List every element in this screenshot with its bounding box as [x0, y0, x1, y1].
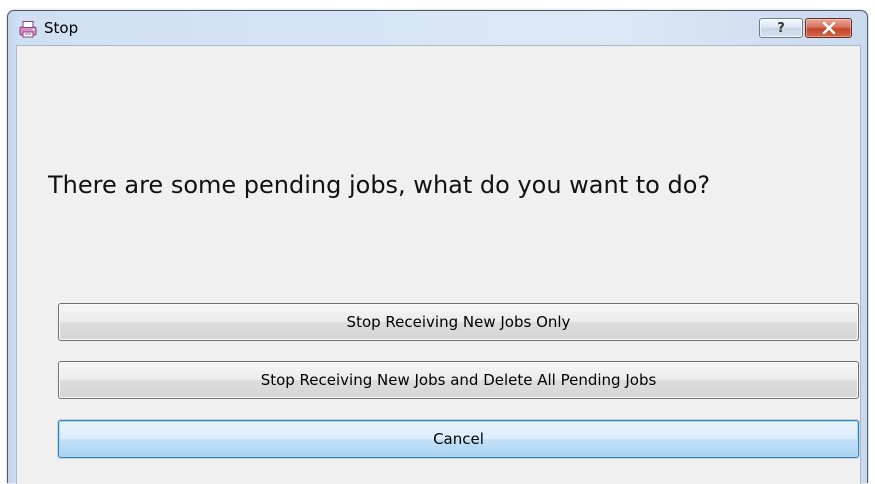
cancel-button[interactable]: Cancel [58, 420, 859, 458]
dialog-message: There are some pending jobs, what do you… [48, 171, 711, 199]
close-icon [822, 19, 836, 38]
button-label: Cancel [433, 430, 484, 448]
button-label: Stop Receiving New Jobs Only [346, 313, 571, 331]
window-title: Stop [44, 19, 79, 37]
title-bar[interactable]: Stop ? [8, 11, 867, 45]
button-label: Stop Receiving New Jobs and Delete All P… [260, 371, 657, 389]
printer-app-icon [19, 20, 37, 38]
close-button[interactable] [805, 18, 852, 38]
help-button[interactable]: ? [759, 18, 803, 38]
stop-receiving-new-jobs-only-button[interactable]: Stop Receiving New Jobs Only [58, 303, 859, 341]
help-icon: ? [777, 20, 785, 36]
stop-receiving-and-delete-pending-button[interactable]: Stop Receiving New Jobs and Delete All P… [58, 361, 859, 399]
dialog-content: There are some pending jobs, what do you… [16, 45, 861, 484]
dialog-window: Stop ? There are some pending jobs, what… [7, 10, 868, 484]
